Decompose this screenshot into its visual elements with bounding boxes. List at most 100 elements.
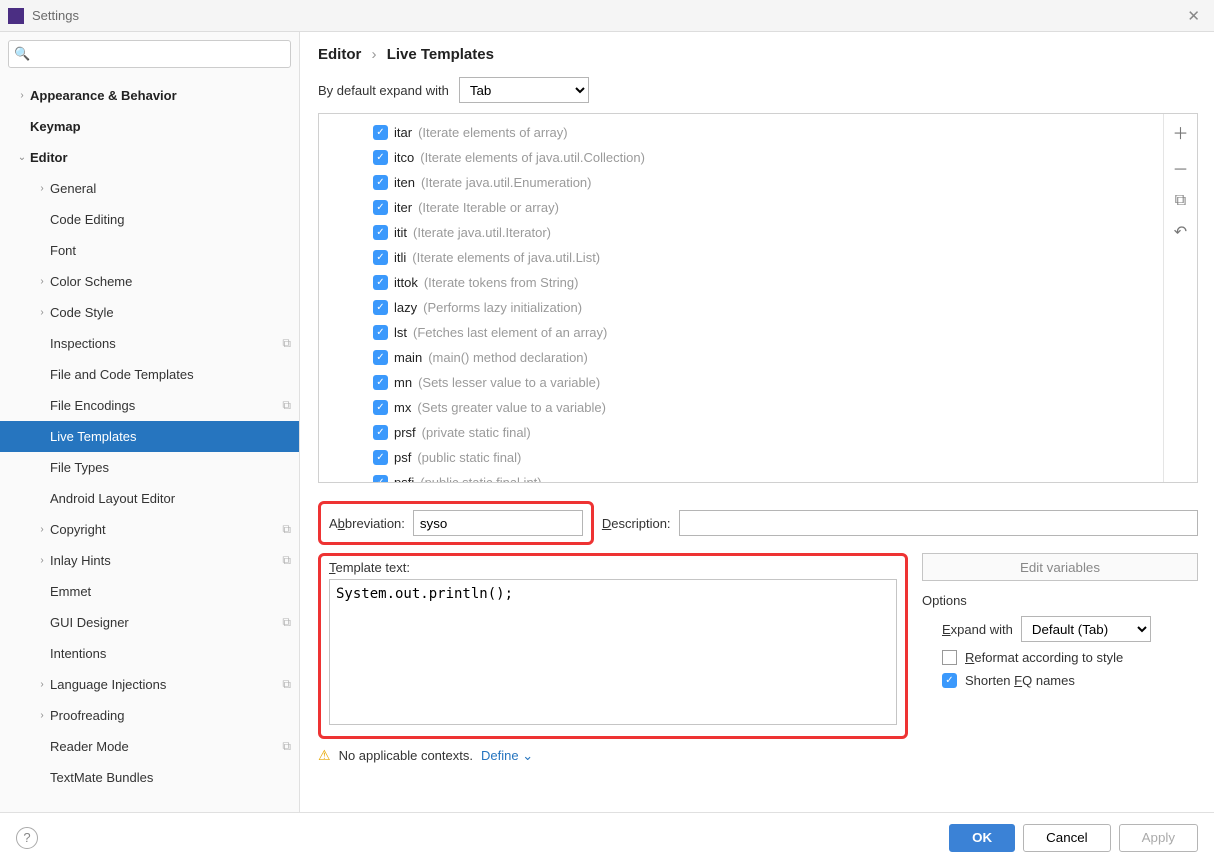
app-icon	[8, 8, 24, 24]
sidebar-item-appearance-behavior[interactable]: ›Appearance & Behavior	[0, 80, 299, 111]
sidebar-item-android-layout-editor[interactable]: Android Layout Editor	[0, 483, 299, 514]
template-checkbox[interactable]: ✓	[373, 425, 388, 440]
template-name: mn	[394, 375, 412, 390]
sidebar-item-emmet[interactable]: Emmet	[0, 576, 299, 607]
template-text-input[interactable]: System.out.println();	[329, 579, 897, 725]
add-icon[interactable]: ＋	[1172, 120, 1188, 144]
sidebar-item-file-types[interactable]: File Types	[0, 452, 299, 483]
sidebar-item-textmate-bundles[interactable]: TextMate Bundles	[0, 762, 299, 793]
sidebar-item-proofreading[interactable]: ›Proofreading	[0, 700, 299, 731]
template-checkbox[interactable]: ✓	[373, 150, 388, 165]
help-icon[interactable]: ?	[16, 827, 38, 849]
sidebar-item-code-editing[interactable]: Code Editing	[0, 204, 299, 235]
close-icon[interactable]: ✕	[1181, 7, 1206, 25]
template-row[interactable]: ✓lst(Fetches last element of an array)	[319, 320, 1163, 345]
expand-arrow-icon: ⌄	[14, 152, 30, 163]
template-checkbox[interactable]: ✓	[373, 275, 388, 290]
template-row[interactable]: ✓lazy(Performs lazy initialization)	[319, 295, 1163, 320]
expand-arrow-icon: ›	[34, 183, 50, 194]
template-desc: (Iterate Iterable or array)	[418, 200, 559, 215]
window-title: Settings	[32, 8, 1181, 23]
sidebar-item-label: Keymap	[30, 119, 291, 134]
template-row[interactable]: ✓mn(Sets lesser value to a variable)	[319, 370, 1163, 395]
sidebar-item-file-and-code-templates[interactable]: File and Code Templates	[0, 359, 299, 390]
chevron-down-icon: ⌄	[522, 748, 533, 763]
copy-icon[interactable]: ⧉	[1175, 192, 1186, 210]
template-row[interactable]: ✓itli(Iterate elements of java.util.List…	[319, 245, 1163, 270]
template-checkbox[interactable]: ✓	[373, 175, 388, 190]
sidebar-item-file-encodings[interactable]: File Encodings⧉	[0, 390, 299, 421]
sidebar-item-intentions[interactable]: Intentions	[0, 638, 299, 669]
sidebar-item-label: Inlay Hints	[50, 553, 282, 568]
template-row[interactable]: ✓itar(Iterate elements of array)	[319, 120, 1163, 145]
remove-icon[interactable]: －	[1172, 156, 1188, 180]
template-row[interactable]: ✓ittok(Iterate tokens from String)	[319, 270, 1163, 295]
template-text-label: Template text:	[329, 560, 897, 575]
template-row[interactable]: ✓ main (main() method declaration)	[319, 345, 1163, 370]
template-row[interactable]: ✓itco(Iterate elements of java.util.Coll…	[319, 145, 1163, 170]
sidebar-item-gui-designer[interactable]: GUI Designer⧉	[0, 607, 299, 638]
sidebar-item-label: Language Injections	[50, 677, 282, 692]
sidebar-item-language-injections[interactable]: ›Language Injections⧉	[0, 669, 299, 700]
template-checkbox[interactable]: ✓	[373, 225, 388, 240]
project-scope-icon: ⧉	[282, 522, 291, 537]
template-checkbox[interactable]: ✓	[373, 475, 388, 482]
abbreviation-input[interactable]	[413, 510, 583, 536]
template-row[interactable]: ✓iten(Iterate java.util.Enumeration)	[319, 170, 1163, 195]
template-desc: (Performs lazy initialization)	[423, 300, 582, 315]
sidebar-item-general[interactable]: ›General	[0, 173, 299, 204]
expand-arrow-icon: ›	[34, 307, 50, 318]
context-text: No applicable contexts.	[339, 748, 473, 763]
ok-button[interactable]: OK	[949, 824, 1015, 852]
template-checkbox[interactable]: ✓	[373, 400, 388, 415]
cancel-button[interactable]: Cancel	[1023, 824, 1111, 852]
sidebar-item-keymap[interactable]: Keymap	[0, 111, 299, 142]
template-row[interactable]: ✓mx(Sets greater value to a variable)	[319, 395, 1163, 420]
edit-variables-button[interactable]: Edit variables	[922, 553, 1198, 581]
template-checkbox[interactable]: ✓	[373, 300, 388, 315]
sidebar-item-label: TextMate Bundles	[50, 770, 291, 785]
template-row[interactable]: ✓prsf(private static final)	[319, 420, 1163, 445]
settings-tree[interactable]: ›Appearance & Behavior Keymap ⌄Editor›Gene…	[0, 76, 299, 812]
expand-default-label: By default expand with	[318, 83, 449, 98]
apply-button[interactable]: Apply	[1119, 824, 1198, 852]
sidebar-item-label: Inspections	[50, 336, 282, 351]
template-checkbox[interactable]: ✓	[373, 325, 388, 340]
template-checkbox[interactable]: ✓	[373, 450, 388, 465]
template-checkbox[interactable]: ✓	[373, 250, 388, 265]
template-row[interactable]: ✓iter(Iterate Iterable or array)	[319, 195, 1163, 220]
settings-search-input[interactable]	[8, 40, 291, 68]
sidebar-item-font[interactable]: Font	[0, 235, 299, 266]
abbreviation-highlight: Abbreviation:	[318, 501, 594, 545]
description-input[interactable]	[679, 510, 1198, 536]
template-checkbox[interactable]: ✓	[373, 125, 388, 140]
sidebar-item-editor[interactable]: ⌄Editor	[0, 142, 299, 173]
reformat-checkbox[interactable]	[942, 650, 957, 665]
breadcrumb-parent[interactable]: Editor	[318, 46, 361, 63]
template-checkbox[interactable]: ✓	[373, 375, 388, 390]
revert-icon[interactable]: ↶	[1174, 222, 1187, 242]
chevron-right-icon: ›	[372, 46, 377, 63]
expand-with-select[interactable]: Default (Tab)	[1021, 616, 1151, 642]
template-name: main	[394, 350, 422, 365]
sidebar-item-reader-mode[interactable]: Reader Mode⧉	[0, 731, 299, 762]
template-row[interactable]: ✓psf(public static final)	[319, 445, 1163, 470]
sidebar-item-inlay-hints[interactable]: ›Inlay Hints⧉	[0, 545, 299, 576]
sidebar-item-label: Emmet	[50, 584, 291, 599]
define-link[interactable]: Define ⌄	[481, 748, 533, 764]
template-name: mx	[394, 400, 411, 415]
project-scope-icon: ⧉	[282, 398, 291, 413]
template-list[interactable]: ✓itar(Iterate elements of array)✓itco(It…	[319, 114, 1163, 482]
sidebar-item-code-style[interactable]: ›Code Style	[0, 297, 299, 328]
sidebar-item-copyright[interactable]: ›Copyright⧉	[0, 514, 299, 545]
shorten-fq-checkbox[interactable]: ✓	[942, 673, 957, 688]
template-desc: (main() method declaration)	[428, 350, 588, 365]
template-checkbox[interactable]: ✓	[373, 350, 388, 365]
template-checkbox[interactable]: ✓	[373, 200, 388, 215]
sidebar-item-color-scheme[interactable]: ›Color Scheme	[0, 266, 299, 297]
template-row[interactable]: ✓psfi(public static final int)	[319, 470, 1163, 482]
expand-default-select[interactable]: Tab	[459, 77, 589, 103]
sidebar-item-live-templates[interactable]: Live Templates	[0, 421, 299, 452]
template-row[interactable]: ✓itit(Iterate java.util.Iterator)	[319, 220, 1163, 245]
sidebar-item-inspections[interactable]: Inspections⧉	[0, 328, 299, 359]
